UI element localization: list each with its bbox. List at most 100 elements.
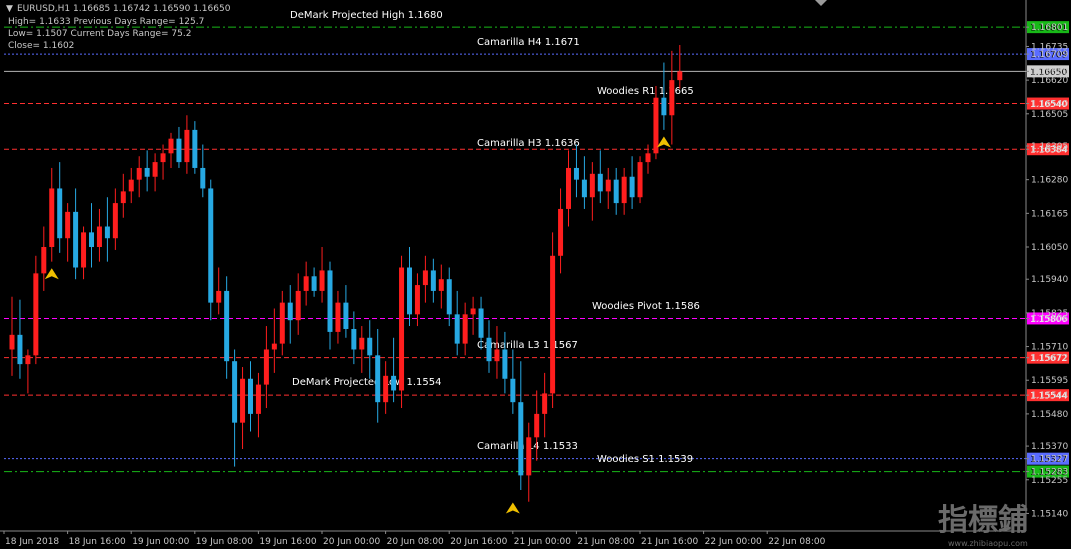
x-tick-label: 18 Jun 16:00 [69, 537, 126, 547]
y-tick-label: 1.16384 [1031, 145, 1068, 155]
y-tick-label: 1.15595 [1031, 376, 1068, 386]
candle-body [152, 162, 158, 177]
candle-body [677, 71, 683, 81]
y-tick-label: 1.15940 [1031, 275, 1068, 285]
candle-body [399, 267, 405, 391]
candle-body [168, 138, 174, 154]
candle-body [597, 173, 603, 192]
candle-body [526, 437, 532, 476]
candle-body [589, 173, 595, 198]
candle-body [573, 167, 579, 180]
level-label: Camarilla H4 1.1671 [477, 37, 580, 48]
y-tick-label: 1.15327 [1031, 455, 1068, 465]
x-tick-label: 20 Jun 08:00 [387, 537, 444, 547]
candle-body [621, 176, 627, 204]
level-label: Woodies R1 1.1665 [597, 86, 694, 97]
candle-body [478, 308, 484, 338]
candle-body [136, 167, 142, 180]
y-tick-label: 1.15544 [1031, 391, 1068, 401]
candle-body [248, 378, 253, 414]
y-tick-label: 1.16280 [1031, 176, 1068, 186]
candle-body [518, 402, 524, 476]
candle-body [295, 290, 301, 321]
candle-body [637, 162, 643, 198]
candle-body [407, 267, 412, 315]
level-label: DeMark Projected Low 1.1554 [292, 377, 441, 388]
y-tick-label: 1.15140 [1031, 509, 1068, 519]
x-tick-label: 21 Jun 08:00 [577, 537, 634, 547]
y-tick-label: 1.15370 [1031, 442, 1068, 452]
candle-body [613, 179, 619, 204]
candle-body [200, 167, 206, 189]
candle-body [96, 226, 102, 248]
candle-body [446, 279, 452, 315]
y-tick-label: 1.15255 [1031, 476, 1068, 486]
candle-body [49, 188, 55, 248]
candle-body [25, 355, 31, 365]
x-tick-label: 22 Jun 08:00 [768, 537, 825, 547]
candle-body [661, 97, 667, 116]
candle-body [176, 138, 182, 163]
level-label: Woodies S1 1.1539 [597, 454, 693, 465]
candle-body [430, 270, 436, 291]
candle-body [414, 285, 420, 315]
info-row-3: Close= 1.1602 [8, 41, 74, 51]
candle-body [645, 153, 651, 163]
level-label: Camarilla H3 1.1636 [477, 138, 580, 149]
candle-body [335, 302, 341, 332]
candle-body [351, 328, 357, 350]
price-chart[interactable]: DeMark Projected High 1.1680 1.16801 Camar… [0, 0, 1071, 549]
candle-body [486, 337, 492, 362]
candle-body [383, 375, 389, 403]
x-tick-label: 20 Jun 00:00 [323, 537, 380, 547]
x-tick-label: 18 Jun 2018 [5, 537, 59, 547]
candle-body [81, 232, 87, 268]
candle-body [462, 314, 468, 344]
candle-body [184, 129, 190, 163]
level-label: Camarilla L3 1.1567 [477, 340, 578, 351]
candle-body [255, 384, 261, 414]
candle-body [566, 167, 571, 209]
candle-body [89, 232, 94, 248]
candle-body [216, 290, 222, 303]
watermark-text: 指標鋪 [938, 503, 1028, 538]
candle-body [311, 276, 317, 291]
candle-body [391, 375, 397, 391]
x-tick-label: 19 Jun 08:00 [196, 537, 253, 547]
candle-body [327, 270, 333, 332]
candle-body [232, 361, 238, 423]
candle-body [542, 393, 548, 414]
candle-body [112, 203, 118, 239]
candle-body [73, 211, 79, 268]
candle-body [271, 343, 277, 350]
y-tick-label: 1.16709 [1031, 50, 1068, 60]
y-tick-label: 1.16620 [1031, 76, 1068, 86]
candle-body [653, 97, 659, 154]
candle-body [65, 211, 71, 239]
info-row-2: Low= 1.1507 Current Days Range= 75.2 [8, 29, 191, 39]
candle-body [470, 308, 476, 315]
candle-body [502, 349, 508, 379]
candle-body [208, 188, 214, 303]
candle-body [263, 349, 269, 385]
y-tick-label: 1.15672 [1031, 354, 1068, 364]
x-tick-label: 21 Jun 00:00 [514, 537, 571, 547]
candle-body [550, 255, 556, 394]
candle-body [605, 179, 611, 192]
symbol-dropdown-icon[interactable]: ▼ [6, 4, 13, 14]
y-tick-label: 1.16050 [1031, 243, 1068, 253]
candle-body [279, 302, 285, 344]
level-label: DeMark Projected High 1.1680 [290, 10, 443, 21]
candle-body [9, 334, 15, 350]
candle-body [144, 167, 150, 177]
x-tick-label: 19 Jun 16:00 [259, 537, 316, 547]
candle-body [128, 179, 134, 192]
symbol-line: EURUSD,H1 1.16685 1.16742 1.16590 1.1665… [17, 4, 231, 14]
y-tick-label: 1.16801 [1031, 23, 1068, 33]
y-tick-label: 1.16540 [1031, 100, 1068, 110]
candle-body [558, 208, 564, 256]
candle-body [510, 378, 516, 403]
watermark-url: www.zhibiaopu.com [948, 539, 1028, 548]
x-tick-label: 21 Jun 16:00 [641, 537, 698, 547]
y-tick-label: 1.15480 [1031, 410, 1068, 420]
